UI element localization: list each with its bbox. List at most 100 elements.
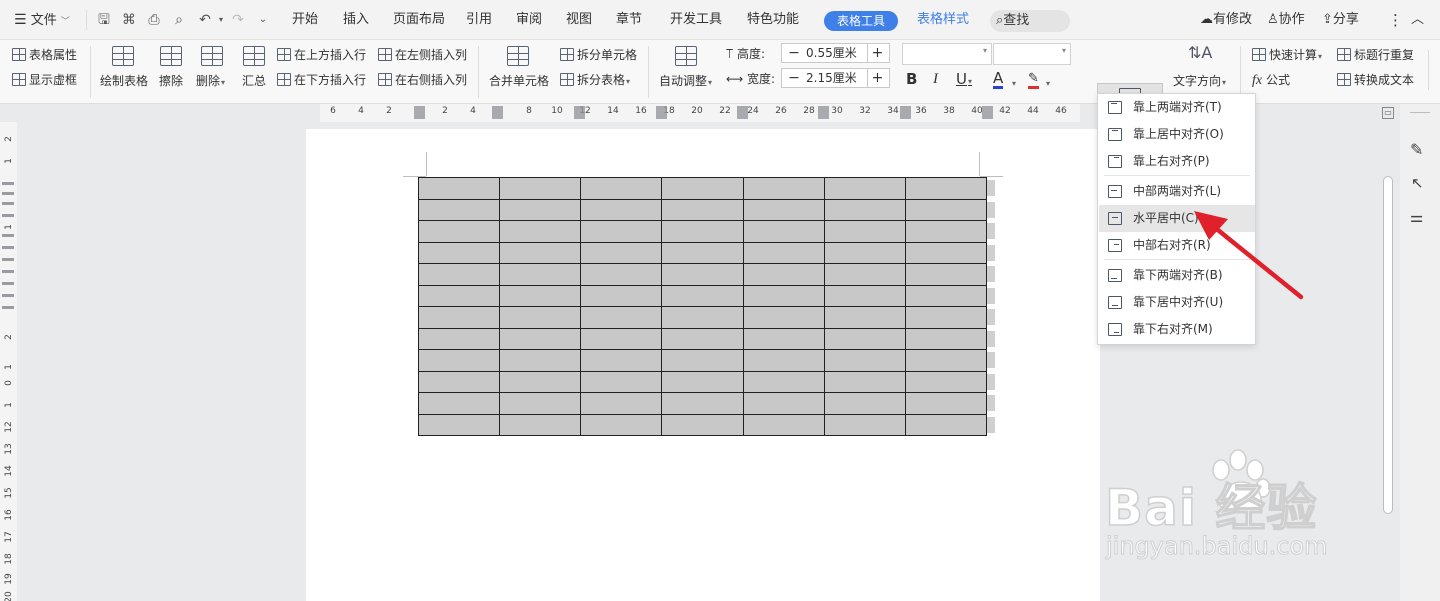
table-cell[interactable]	[823, 284, 906, 307]
bold-icon[interactable]: B	[906, 71, 917, 87]
table-cell[interactable]	[904, 241, 988, 264]
insert-row-above-button[interactable]: 在上方插入行	[277, 47, 366, 63]
table-cell[interactable]	[580, 263, 663, 286]
table-properties-button[interactable]: 表格属性	[12, 47, 77, 63]
table-cell[interactable]	[417, 220, 501, 243]
table-cell[interactable]	[904, 413, 988, 436]
table-cell[interactable]	[823, 370, 906, 393]
share-button[interactable]: ⇪分享	[1322, 0, 1359, 40]
table-cell[interactable]	[904, 306, 988, 329]
table-cell[interactable]	[580, 284, 663, 307]
table-cell[interactable]	[580, 306, 663, 329]
pen-icon[interactable]: ✎	[1410, 140, 1423, 159]
collapse-ribbon-icon[interactable]: ︿	[1411, 0, 1424, 40]
table-cell[interactable]	[904, 327, 988, 350]
print-preview-icon[interactable]: ⌕	[170, 11, 188, 29]
table-cell[interactable]	[417, 263, 501, 286]
table-cell[interactable]	[904, 392, 988, 415]
tab-special[interactable]: 特色功能	[747, 0, 799, 40]
table-cell[interactable]	[580, 220, 663, 243]
redo-icon[interactable]: ↷	[229, 11, 247, 29]
column-marker[interactable]	[492, 106, 503, 119]
table-cell[interactable]	[742, 327, 825, 350]
align-menu-item[interactable]: 靠上居中对齐(O)	[1099, 121, 1255, 148]
table-cell[interactable]	[742, 263, 825, 286]
document-table[interactable]	[417, 177, 988, 436]
table-cell[interactable]	[661, 413, 744, 436]
table-cell[interactable]	[823, 306, 906, 329]
table-cell[interactable]	[742, 220, 825, 243]
table-cell[interactable]	[823, 177, 906, 200]
table-cell[interactable]	[580, 241, 663, 264]
table-cell[interactable]	[661, 327, 744, 350]
column-marker[interactable]	[818, 106, 829, 119]
tab-view[interactable]: 视图	[566, 0, 592, 40]
table-cell[interactable]	[661, 241, 744, 264]
table-cell[interactable]	[661, 198, 744, 221]
tab-insert[interactable]: 插入	[343, 0, 369, 40]
table-cell[interactable]	[904, 177, 988, 200]
table-cell[interactable]	[742, 306, 825, 329]
align-menu-item[interactable]: 靠上两端对齐(T)	[1099, 94, 1255, 121]
table-cell[interactable]	[580, 413, 663, 436]
table-cell[interactable]	[661, 177, 744, 200]
height-stepper[interactable]: − 0.55厘米 +	[781, 43, 890, 63]
minus-icon[interactable]: −	[784, 44, 804, 62]
table-cell[interactable]	[417, 349, 501, 372]
font-size-select[interactable]: ▾	[993, 43, 1071, 65]
tab-chapter[interactable]: 章节	[616, 0, 642, 40]
table-cell[interactable]	[499, 284, 582, 307]
save-icon[interactable]: 🖫	[95, 11, 113, 29]
table-cell[interactable]	[580, 349, 663, 372]
column-marker[interactable]	[574, 106, 585, 119]
table-cell[interactable]	[823, 241, 906, 264]
table-cell[interactable]	[580, 177, 663, 200]
table-cell[interactable]	[904, 220, 988, 243]
table-cell[interactable]	[661, 392, 744, 415]
search-button[interactable]: ⌕查找	[990, 10, 1070, 32]
table-cell[interactable]	[904, 370, 988, 393]
table-cell[interactable]	[661, 306, 744, 329]
table-cell[interactable]	[823, 220, 906, 243]
table-cell[interactable]	[823, 198, 906, 221]
table-cell[interactable]	[742, 284, 825, 307]
table-cell[interactable]	[499, 413, 582, 436]
repeat-header-button[interactable]: 标题行重复	[1337, 47, 1414, 63]
table-cell[interactable]	[417, 413, 501, 436]
tab-table-style[interactable]: 表格样式	[917, 0, 969, 40]
column-marker[interactable]	[737, 106, 748, 119]
table-cell[interactable]	[499, 177, 582, 200]
table-cell[interactable]	[580, 198, 663, 221]
convert-to-text-button[interactable]: 转换成文本	[1337, 72, 1414, 88]
table-cell[interactable]	[742, 198, 825, 221]
show-grid-button[interactable]: 显示虚框	[12, 72, 77, 88]
settings-sliders-icon[interactable]: ⚌	[1410, 208, 1423, 226]
customize-toolbar-icon[interactable]: ⌄	[254, 11, 272, 29]
tab-review[interactable]: 审阅	[516, 0, 542, 40]
table-cell[interactable]	[499, 327, 582, 350]
table-cell[interactable]	[742, 370, 825, 393]
table-cell[interactable]	[904, 263, 988, 286]
italic-icon[interactable]: I	[933, 71, 938, 87]
table-cell[interactable]	[417, 241, 501, 264]
table-cell[interactable]	[904, 284, 988, 307]
scrollbar-thumb[interactable]	[1383, 176, 1393, 514]
split-table-button[interactable]: 拆分表格▾	[560, 72, 630, 90]
table-cell[interactable]	[661, 284, 744, 307]
tab-page-layout[interactable]: 页面布局	[393, 0, 445, 40]
table-cell[interactable]	[661, 263, 744, 286]
undo-dropdown-icon[interactable]: ▾	[212, 11, 230, 29]
table-cell[interactable]	[580, 327, 663, 350]
tab-table-tools[interactable]: 表格工具	[824, 11, 898, 31]
insert-col-right-button[interactable]: 在右侧插入列	[378, 72, 467, 88]
align-menu-item[interactable]: 靠上右对齐(P)	[1099, 148, 1255, 175]
width-stepper[interactable]: − 2.15厘米 +	[781, 68, 890, 88]
column-marker[interactable]	[900, 106, 911, 119]
table-cell[interactable]	[499, 198, 582, 221]
align-menu-item[interactable]: 靠下右对齐(M)	[1099, 316, 1255, 343]
table-cell[interactable]	[499, 241, 582, 264]
column-marker[interactable]	[414, 106, 425, 119]
insert-col-left-button[interactable]: 在左侧插入列	[378, 47, 467, 63]
cursor-icon[interactable]: ↖	[1411, 174, 1424, 192]
table-cell[interactable]	[499, 263, 582, 286]
